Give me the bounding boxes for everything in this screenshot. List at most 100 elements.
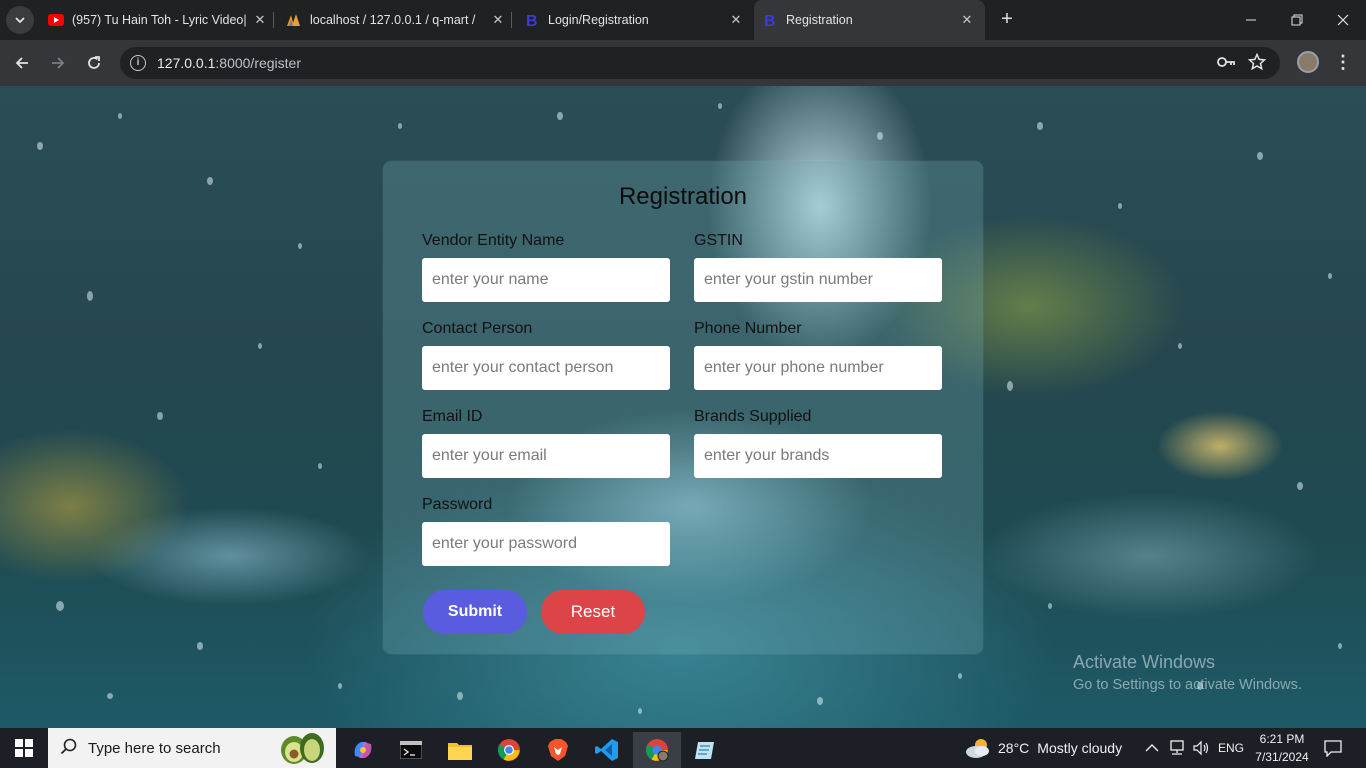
volume-button[interactable] [1192, 728, 1210, 768]
activate-windows-watermark: Activate Windows Go to Settings to activ… [1073, 652, 1302, 693]
taskbar-copilot[interactable] [339, 732, 387, 768]
close-icon[interactable]: ✕ [957, 12, 977, 28]
watermark-title: Activate Windows [1073, 652, 1216, 672]
svg-text:B: B [526, 13, 538, 28]
brands-supplied-input[interactable] [694, 434, 942, 478]
minimize-icon [1246, 19, 1256, 21]
bookmark-star-icon[interactable] [1247, 52, 1267, 75]
browser-toolbar: i 127.0.0.1:8000/register ⋮ [0, 40, 1366, 86]
address-bar[interactable]: i 127.0.0.1:8000/register [120, 47, 1280, 79]
profile-avatar[interactable] [1297, 51, 1319, 73]
notepad-icon [695, 742, 714, 759]
site-info-icon[interactable]: i [130, 55, 146, 71]
gstin-input[interactable] [694, 258, 942, 302]
notification-icon [1324, 740, 1342, 757]
chevron-down-icon [15, 17, 25, 24]
taskbar-file-explorer[interactable] [436, 732, 484, 768]
weather-widget[interactable]: 28°C Mostly cloudy [964, 728, 1122, 768]
taskbar-terminal[interactable] [387, 732, 435, 768]
system-clock[interactable]: 6:21 PM 7/31/2024 [1248, 730, 1316, 766]
tab-title: Login/Registration [548, 13, 649, 27]
taskbar-notepad[interactable] [681, 732, 729, 768]
chrome-icon [498, 739, 520, 761]
taskbar-search-placeholder: Type here to search [88, 740, 221, 757]
youtube-icon [48, 12, 64, 28]
windows-taskbar: Type here to search 28°C Mostly cloudy E… [0, 728, 1366, 768]
password-field: Password [422, 496, 670, 566]
phone-number-field: Phone Number [694, 320, 942, 390]
watermark-subtitle: Go to Settings to activate Windows. [1073, 677, 1302, 693]
contact-person-label: Contact Person [422, 320, 533, 337]
folder-icon [448, 743, 472, 760]
minimize-button[interactable] [1228, 0, 1274, 40]
registration-form: Registration Vendor Entity Name GSTIN Co… [383, 161, 983, 654]
tab-title: (957) Tu Hain Toh - Lyric Video| [72, 13, 247, 27]
page-background: Registration Vendor Entity Name GSTIN Co… [0, 86, 1366, 728]
notification-center-button[interactable] [1324, 728, 1342, 768]
taskbar-search-box[interactable]: Type here to search [48, 728, 336, 768]
bootstrap-icon: B [524, 12, 540, 28]
show-hidden-icons-button[interactable] [1145, 728, 1159, 768]
gstin-field: GSTIN [694, 232, 942, 302]
vendor-entity-name-input[interactable] [422, 258, 670, 302]
tab-title: Registration [786, 13, 853, 27]
language-indicator[interactable]: ENG [1218, 728, 1244, 768]
cloudy-weather-icon [966, 739, 989, 758]
close-icon[interactable]: ✕ [488, 12, 508, 28]
brands-supplied-label: Brands Supplied [694, 408, 812, 425]
restore-button[interactable] [1274, 0, 1320, 40]
tab-youtube[interactable]: (957) Tu Hain Toh - Lyric Video| ✕ [48, 6, 270, 34]
email-label: Email ID [422, 408, 483, 425]
search-icon [60, 738, 78, 761]
gstin-label: GSTIN [694, 232, 743, 249]
taskbar-chrome[interactable] [485, 732, 533, 768]
url-text[interactable]: 127.0.0.1:8000/register [157, 55, 301, 71]
password-key-icon[interactable] [1216, 53, 1236, 75]
reload-icon [88, 56, 100, 69]
password-input[interactable] [422, 522, 670, 566]
submit-button[interactable]: Submit [423, 590, 527, 634]
avocado-search-highlight-icon [281, 733, 324, 764]
bootstrap-icon: B [762, 12, 778, 28]
close-icon[interactable]: ✕ [250, 12, 270, 28]
password-label: Password [422, 496, 493, 513]
more-menu-icon[interactable]: ⋮ [1334, 52, 1352, 73]
tab-login-registration[interactable]: B Login/Registration ✕ [524, 6, 746, 34]
taskbar-vscode[interactable] [583, 732, 631, 768]
weather-temperature: 28°C [998, 740, 1030, 756]
close-icon [1337, 14, 1349, 26]
network-button[interactable] [1168, 728, 1186, 768]
back-button[interactable] [9, 50, 35, 76]
tab-search-button[interactable] [6, 6, 34, 34]
weather-description: Mostly cloudy [1037, 740, 1123, 756]
url-host: 127.0.0.1 [157, 55, 216, 71]
arrow-right-icon [52, 57, 65, 69]
close-window-button[interactable] [1320, 0, 1366, 40]
brands-supplied-field: Brands Supplied [694, 408, 942, 478]
start-button[interactable] [0, 728, 48, 768]
brave-lion-icon [548, 739, 568, 761]
copilot-icon [354, 742, 372, 758]
clock-date: 7/31/2024 [1255, 750, 1309, 764]
tab-registration[interactable]: B Registration ✕ [754, 0, 985, 40]
close-icon[interactable]: ✕ [726, 12, 746, 28]
taskbar-brave[interactable] [534, 732, 582, 768]
vendor-entity-name-label: Vendor Entity Name [422, 232, 565, 249]
forward-button[interactable] [45, 50, 71, 76]
windows-logo-icon [15, 739, 33, 757]
reset-button[interactable]: Reset [541, 590, 645, 634]
form-title: Registration [618, 183, 748, 210]
tab-divider [273, 12, 274, 28]
new-tab-button[interactable]: + [995, 8, 1019, 31]
phone-number-label: Phone Number [694, 320, 802, 337]
contact-person-input[interactable] [422, 346, 670, 390]
tab-phpmyadmin[interactable]: localhost / 127.0.0.1 / q-mart / ✕ [286, 6, 508, 34]
network-icon [1170, 740, 1184, 755]
reload-button[interactable] [81, 50, 107, 76]
browser-tab-strip: (957) Tu Hain Toh - Lyric Video| ✕ local… [0, 0, 1366, 40]
tab-divider [511, 12, 512, 28]
phone-number-input[interactable] [694, 346, 942, 390]
email-input[interactable] [422, 434, 670, 478]
taskbar-chrome-active[interactable] [633, 732, 681, 768]
email-field: Email ID [422, 408, 670, 478]
